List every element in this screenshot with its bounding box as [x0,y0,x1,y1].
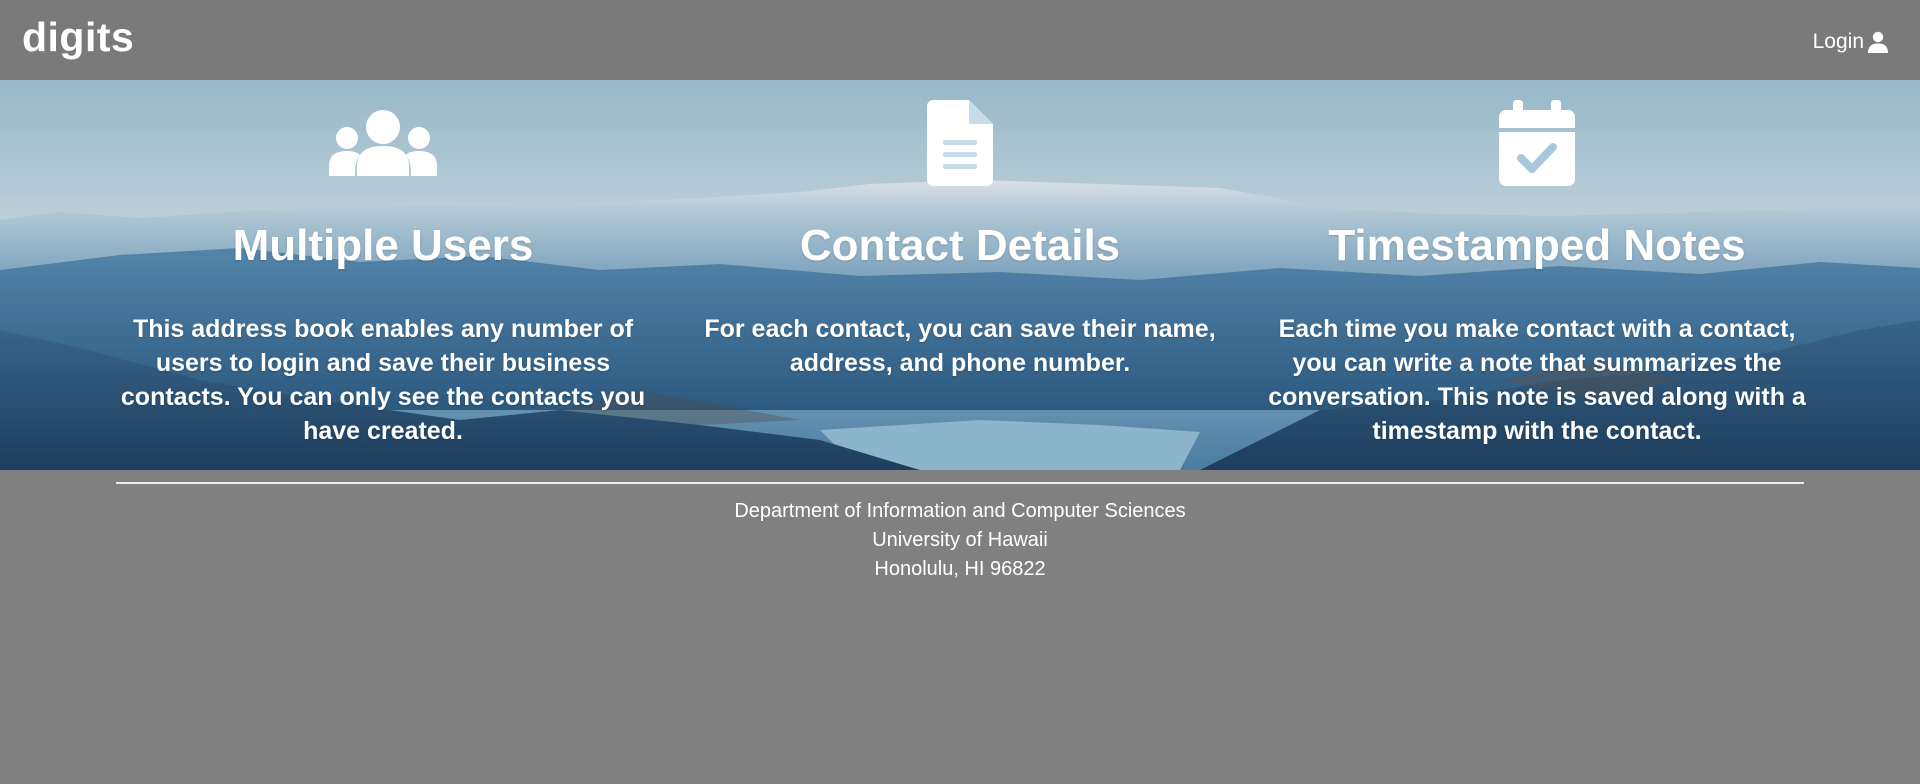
feature-title: Multiple Users [232,221,534,270]
brand-logo-link[interactable]: digits [22,14,134,61]
file-text-icon [927,100,993,186]
feature-description: Each time you make contact with a contac… [1268,315,1806,445]
footer-university: University of Hawaii [872,529,1048,551]
feature-description: This address book enables any number of … [120,315,646,445]
feature-title: Contact Details [799,221,1121,270]
landing-hero: Multiple Users This address book enables… [0,80,1920,470]
footer-department: Department of Information and Computer S… [734,500,1186,522]
footer-address: Honolulu, HI 96822 [874,558,1046,580]
feature-multiple-users: Multiple Users This address book enables… [103,80,663,470]
calendar-check-icon [1499,100,1575,186]
login-label: Login [1812,30,1864,53]
footer: Department of Information and Computer S… [0,497,1920,584]
login-dropdown[interactable]: Login [1813,30,1890,54]
users-icon [329,110,437,176]
feature-title: Timestamped Notes [1328,221,1746,270]
feature-description: For each contact, you can save their nam… [704,315,1216,377]
feature-contact-details: Contact Details For each contact, you ca… [680,80,1240,470]
feature-timestamped-notes: Timestamped Notes Each time you make con… [1257,80,1817,470]
footer-divider [116,482,1804,484]
user-icon [1868,31,1888,53]
navbar: digits Login [0,0,1920,80]
